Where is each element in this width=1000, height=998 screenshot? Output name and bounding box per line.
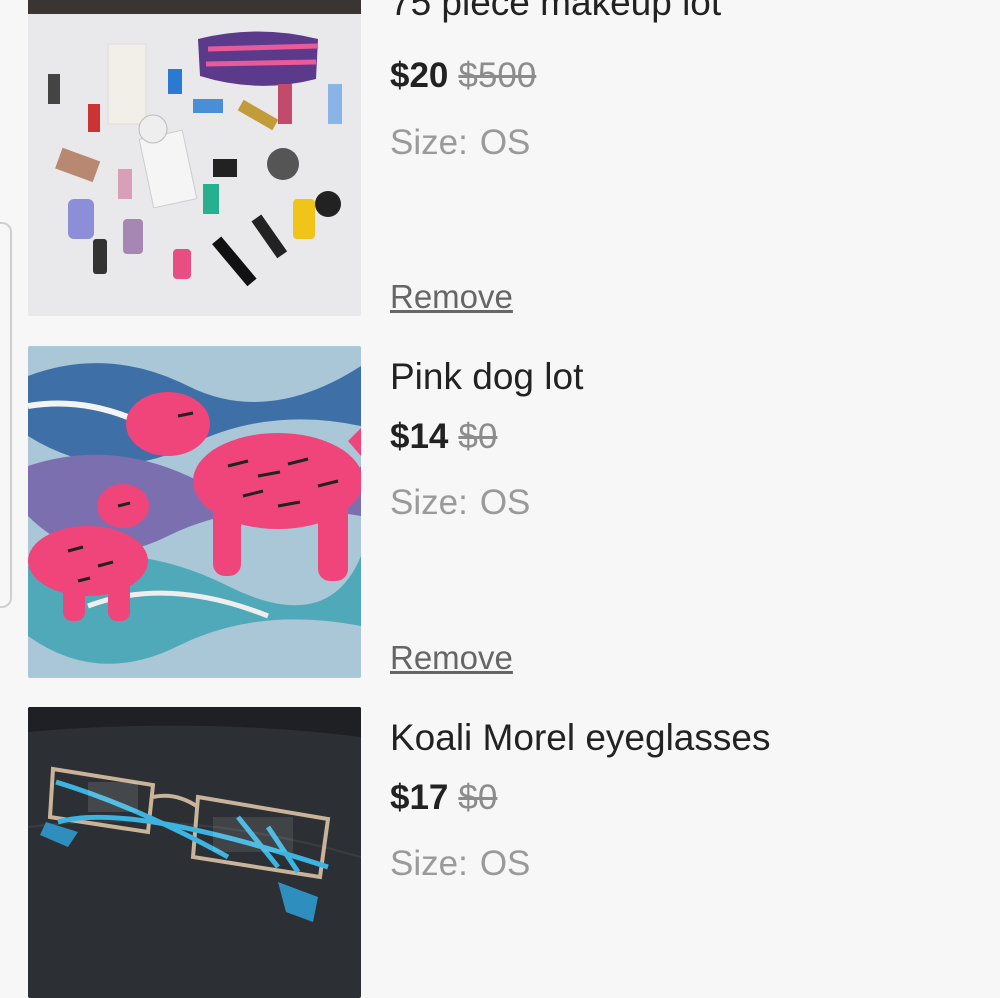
listing-title[interactable]: Koali Morel eyeglasses bbox=[390, 719, 770, 756]
size-label: Size: bbox=[390, 483, 468, 522]
size-label: Size: bbox=[390, 123, 468, 162]
listing-photo-eyeglasses[interactable] bbox=[28, 707, 361, 998]
listing-price: $14 bbox=[390, 417, 449, 456]
edge-panel-handle[interactable] bbox=[0, 222, 12, 608]
listing-item[interactable]: Pink dog lot $14 $0 Size: OS Remove bbox=[0, 346, 1000, 678]
listing-original-price: $0 bbox=[458, 417, 498, 456]
closet-listing-list: 75 piece makeup lot $20 $500 Size: OS Remo… bbox=[0, 0, 1000, 998]
listing-item[interactable]: 75 piece makeup lot $20 $500 Size: OS Remo… bbox=[0, 0, 1000, 316]
listing-price: $20 bbox=[390, 56, 449, 95]
listing-photo-makeup[interactable] bbox=[28, 0, 361, 316]
price-row: $20 $500 bbox=[390, 58, 536, 93]
listing-title[interactable]: Pink dog lot bbox=[390, 358, 583, 395]
size-row: Size: OS bbox=[390, 125, 530, 160]
listing-title[interactable]: 75 piece makeup lot bbox=[390, 0, 721, 21]
eyeglasses-photo-image bbox=[28, 707, 361, 998]
listing-original-price: $500 bbox=[458, 56, 537, 95]
size-value: OS bbox=[479, 123, 531, 162]
pink-dogs-photo-image bbox=[28, 346, 361, 678]
size-label: Size: bbox=[390, 844, 468, 883]
listing-photo-pink-dogs[interactable] bbox=[28, 346, 361, 678]
listing-price: $17 bbox=[390, 778, 449, 817]
remove-button[interactable]: Remove bbox=[390, 280, 513, 313]
size-row: Size: OS bbox=[390, 846, 530, 881]
listing-original-price: $0 bbox=[458, 778, 498, 817]
size-value: OS bbox=[479, 483, 531, 522]
price-row: $17 $0 bbox=[390, 780, 497, 815]
price-row: $14 $0 bbox=[390, 419, 497, 454]
remove-button[interactable]: Remove bbox=[390, 641, 513, 674]
listing-item[interactable]: Koali Morel eyeglasses $17 $0 Size: OS bbox=[0, 707, 1000, 998]
makeup-photo-image bbox=[28, 0, 361, 316]
size-row: Size: OS bbox=[390, 485, 530, 520]
size-value: OS bbox=[479, 844, 531, 883]
